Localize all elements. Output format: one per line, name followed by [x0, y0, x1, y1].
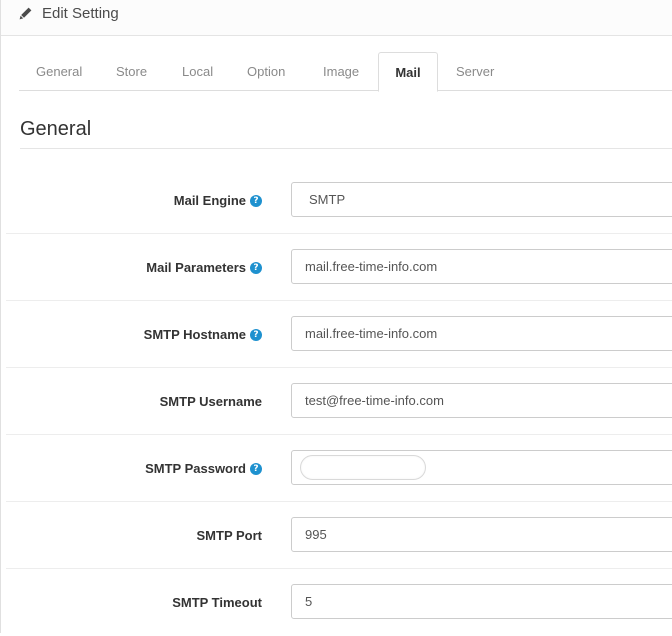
form-row-smtp-port: SMTP Port 995: [6, 502, 672, 569]
smtp-username-input[interactable]: test@free-time-info.com: [291, 383, 672, 418]
tab-store[interactable]: Store: [116, 52, 147, 91]
smtp-username-label: SMTP Username: [159, 394, 262, 409]
form-row-smtp-password: SMTP Password ?: [6, 435, 672, 502]
smtp-timeout-label: SMTP Timeout: [172, 595, 262, 610]
smtp-timeout-input[interactable]: 5: [291, 584, 672, 619]
smtp-username-label-group: SMTP Username: [160, 368, 262, 435]
smtp-hostname-label: SMTP Hostname: [143, 327, 246, 342]
mail-engine-label-group: Mail Engine ?: [174, 167, 262, 234]
form-row-smtp-timeout: SMTP Timeout 5: [6, 569, 672, 636]
smtp-hostname-label-group: SMTP Hostname ?: [144, 301, 262, 368]
help-icon[interactable]: ?: [250, 194, 262, 207]
help-icon[interactable]: ?: [250, 328, 262, 341]
help-icon[interactable]: ?: [250, 261, 262, 274]
smtp-timeout-label-group: SMTP Timeout: [172, 569, 262, 636]
mail-engine-select[interactable]: SMTP: [291, 182, 672, 217]
settings-page: Edit Setting General Store Local Option …: [0, 0, 672, 633]
section-title: General: [20, 118, 92, 140]
tab-image[interactable]: Image: [323, 52, 359, 91]
panel-heading: Edit Setting: [1, 0, 672, 36]
smtp-port-label: SMTP Port: [196, 528, 263, 543]
smtp-password-label: SMTP Password: [145, 461, 246, 476]
tab-local[interactable]: Local: [182, 52, 213, 91]
form-row-smtp-username: SMTP Username test@free-time-info.com: [6, 368, 672, 435]
form-row-mail-engine: Mail Engine ? SMTP: [6, 167, 672, 234]
smtp-port-input[interactable]: 995: [291, 517, 672, 552]
mail-parameters-label-group: Mail Parameters ?: [146, 234, 262, 301]
mail-parameters-label: Mail Parameters: [146, 260, 246, 275]
settings-tabs: General Store Local Option Image Mail Se…: [19, 52, 672, 92]
smtp-port-label-group: SMTP Port: [197, 502, 263, 569]
tab-server[interactable]: Server: [456, 52, 494, 91]
mail-engine-label: Mail Engine: [173, 193, 246, 208]
form-row-smtp-hostname: SMTP Hostname ? mail.free-time-info.com: [6, 301, 672, 368]
tab-mail[interactable]: Mail: [378, 52, 438, 92]
smtp-password-label-group: SMTP Password ?: [145, 435, 262, 502]
tab-general[interactable]: General: [36, 52, 82, 91]
help-icon[interactable]: ?: [250, 462, 262, 475]
tab-option[interactable]: Option: [247, 52, 285, 91]
form-row-mail-parameters: Mail Parameters ? mail.free-time-info.co…: [6, 234, 672, 301]
smtp-hostname-input[interactable]: mail.free-time-info.com: [291, 316, 672, 351]
smtp-password-input[interactable]: [291, 450, 672, 485]
page-title: Edit Setting: [42, 5, 119, 22]
pencil-icon: [19, 7, 32, 20]
section-divider: [20, 148, 672, 149]
mail-parameters-input[interactable]: mail.free-time-info.com: [291, 249, 672, 284]
password-autofill-overlay: [300, 455, 426, 480]
